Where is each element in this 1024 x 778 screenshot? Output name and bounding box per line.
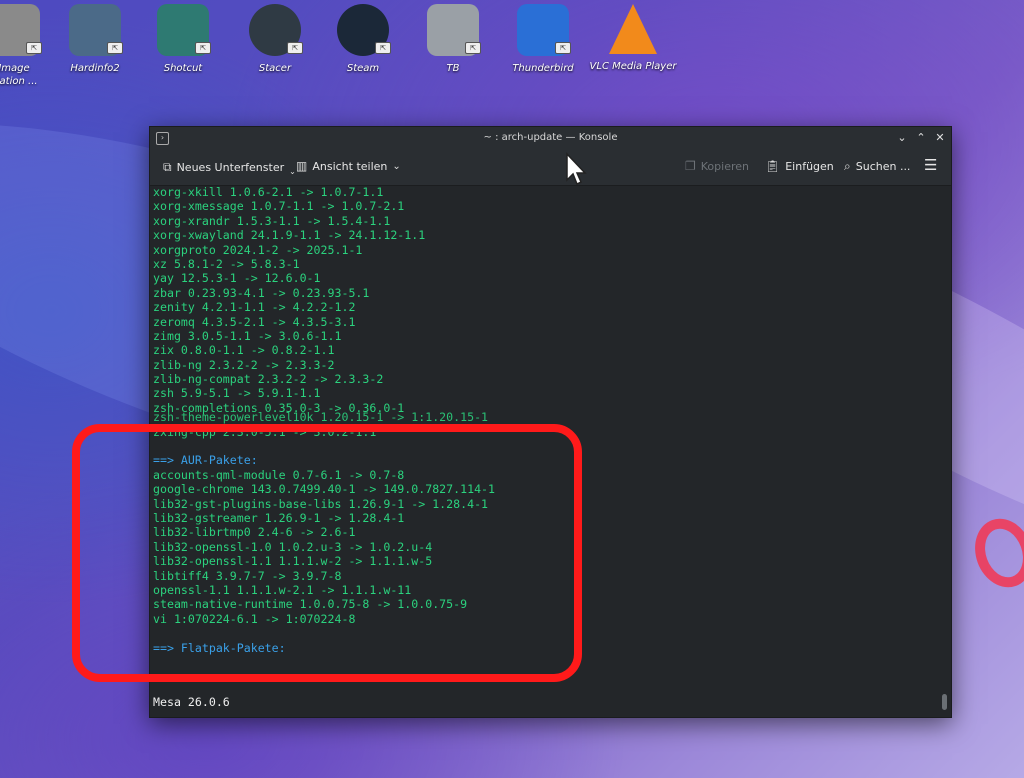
link-badge-icon: ⇱ bbox=[26, 42, 42, 54]
wallpaper-ring bbox=[965, 510, 1024, 596]
search-label: Suchen ... bbox=[855, 160, 911, 173]
link-badge-icon: ⇱ bbox=[195, 42, 211, 54]
terminal-line: zix 0.8.0-1.1 -> 0.8.2-1.1 bbox=[153, 343, 335, 358]
hamburger-menu-button[interactable]: ☰ bbox=[924, 156, 937, 174]
terminal-line: zsh-theme-powerlevel10k 1.20.15-1 -> 1:1… bbox=[153, 410, 489, 425]
terminal-line: lib32-gstreamer 1.26.9-1 -> 1.28.4-1 bbox=[153, 510, 405, 525]
title-bar[interactable]: › ~ : arch-update — Konsole ⌄ ⌃ ✕ bbox=[150, 127, 951, 149]
desktop-icons: ⇱ Image ulation ... ⇱ Hardinfo2 ⇱ Shotcut ⇱ Sta… bbox=[0, 0, 1024, 100]
link-badge-icon: ⇱ bbox=[375, 42, 391, 54]
terminal-line: lib32-openssl-1.0 1.0.2.u-3 -> 1.0.2.u-4 bbox=[153, 539, 433, 554]
desktop-icon-label: VLC Media Player bbox=[589, 61, 677, 72]
minimize-chevron-icon[interactable]: ⌄ bbox=[894, 130, 910, 146]
terminal-line: xorgproto 2024.1-2 -> 2025.1-1 bbox=[153, 242, 363, 257]
desktop-icon-shotcut[interactable]: ⇱ Shotcut bbox=[139, 4, 227, 75]
terminal-line: lib32-openssl-1.1 1.1.1.w-2 -> 1.1.1.w-5 bbox=[153, 554, 433, 569]
desktop-icon-hardinfo[interactable]: ⇱ Hardinfo2 bbox=[51, 4, 139, 75]
link-badge-icon: ⇱ bbox=[107, 42, 123, 54]
link-badge-icon: ⇱ bbox=[555, 42, 571, 54]
terminal-line: lib32-gst-plugins-base-libs 1.26.9-1 -> … bbox=[153, 496, 489, 511]
terminal-line: zxing-cpp 2.3.0-5.1 -> 3.0.2-1.1 bbox=[153, 424, 377, 439]
maximize-chevron-icon[interactable]: ⌃ bbox=[913, 130, 929, 146]
copy-button[interactable]: ❐ Kopieren bbox=[685, 159, 749, 173]
desktop-icon-label: Thunderbird bbox=[512, 63, 574, 74]
terminal-line: libtiff4 3.9.7-7 -> 3.9.7-8 bbox=[153, 568, 342, 583]
desktop-icon-vlc[interactable]: VLC Media Player bbox=[589, 4, 677, 73]
desktop-icon-label: Shotcut bbox=[163, 63, 203, 74]
terminal-line: zbar 0.23.93-4.1 -> 0.23.93-5.1 bbox=[153, 285, 370, 300]
split-view-label: Ansicht teilen bbox=[312, 159, 388, 173]
desktop-icon-label: Image ulation ... bbox=[0, 63, 38, 87]
paste-icon: 📋︎ bbox=[765, 159, 781, 173]
chevron-down-icon: ⌄ bbox=[289, 167, 296, 176]
new-tab-label: Neues Unterfenster bbox=[176, 161, 285, 174]
close-icon[interactable]: ✕ bbox=[932, 130, 948, 146]
mouse-cursor-icon bbox=[566, 152, 587, 186]
terminal-line: zsh 5.9-5.1 -> 5.9.1-1.1 bbox=[153, 386, 321, 401]
desktop-icon-file[interactable]: ⇱ TB bbox=[409, 4, 497, 75]
terminal-line: xorg-xmessage 1.0.7-1.1 -> 1.0.7-2.1 bbox=[153, 199, 405, 214]
terminal-line: lib32-librtmp0 2.4-6 -> 2.6-1 bbox=[153, 525, 356, 540]
terminal-line: xorg-xkill 1.0.6-2.1 -> 1.0.7-1.1 bbox=[153, 186, 384, 199]
terminal-line: google-chrome 143.0.7499.40-1 -> 149.0.7… bbox=[153, 482, 496, 497]
thunderbird-icon: ⇱ bbox=[517, 4, 571, 56]
terminal-line: xz 5.8.1-2 -> 5.8.3-1 bbox=[153, 256, 300, 271]
link-badge-icon: ⇱ bbox=[465, 42, 481, 54]
desktop-icon-label: Hardinfo2 bbox=[70, 63, 120, 74]
desktop-icon-steam[interactable]: ⇱ Steam bbox=[319, 4, 407, 75]
terminal-line: openssl-1.1 1.1.1.w-2.1 -> 1.1.1.w-11 bbox=[153, 582, 412, 597]
file-icon: ⇱ bbox=[427, 4, 481, 56]
steam-icon: ⇱ bbox=[337, 4, 391, 56]
toolbar: ⧉ Neues Unterfenster ⌄ ▥ Ansicht teilen … bbox=[150, 149, 951, 186]
chevron-down-icon: ⌄ bbox=[392, 160, 401, 172]
vlc-icon bbox=[609, 4, 657, 54]
new-tab-button[interactable]: ⧉ Neues Unterfenster ⌄ bbox=[163, 159, 296, 176]
desktop-icon-stacer[interactable]: ⇱ Stacer bbox=[231, 4, 319, 75]
section-header-line: ==> Flatpak-Pakete: bbox=[153, 640, 286, 655]
desktop-icon-label: TB bbox=[446, 63, 460, 74]
paste-button[interactable]: 📋︎ Einfügen bbox=[765, 159, 834, 173]
terminal-line: xorg-xrandr 1.5.3-1.1 -> 1.5.4-1.1 bbox=[153, 213, 391, 228]
desktop-icon-gimp[interactable]: ⇱ Image ulation ... bbox=[0, 4, 58, 88]
window-title: ~ : arch-update — Konsole bbox=[483, 132, 618, 143]
terminal-line: vi 1:070224-6.1 -> 1:070224-8 bbox=[153, 611, 356, 626]
hamburger-menu-icon: ☰ bbox=[924, 156, 938, 174]
terminal-line: yay 12.5.3-1 -> 12.6.0-1 bbox=[153, 271, 321, 286]
split-view-button[interactable]: ▥ Ansicht teilen ⌄ bbox=[296, 159, 401, 173]
terminal-line: steam-native-runtime 1.0.0.75-8 -> 1.0.0… bbox=[153, 597, 468, 612]
terminal-lines: xorg-xkill 1.0.6-2.1 -> 1.0.7-1.1 xorg-xm… bbox=[153, 186, 495, 655]
terminal-scrollbar[interactable] bbox=[939, 186, 951, 717]
terminal-line: zlib-ng 2.3.2-2 -> 2.3.3-2 bbox=[153, 357, 335, 372]
copy-label: Kopieren bbox=[700, 159, 749, 173]
search-button[interactable]: ⌕ Suchen ... bbox=[844, 159, 910, 174]
terminal-line: zlib-ng-compat 2.3.2-2 -> 2.3.3-2 bbox=[153, 372, 384, 387]
gimp-icon: ⇱ bbox=[0, 4, 42, 56]
terminal-line: zenity 4.2.1-1.1 -> 4.2.2-1.2 bbox=[153, 300, 356, 315]
terminal-bottom-line: Mesa 26.0.6 bbox=[153, 695, 230, 709]
copy-icon: ❐ bbox=[685, 159, 696, 173]
stacer-icon: ⇱ bbox=[249, 4, 303, 56]
paste-label: Einfügen bbox=[785, 159, 834, 173]
desktop-icon-label: Steam bbox=[346, 63, 380, 74]
desktop-icon-thunderbird[interactable]: ⇱ Thunderbird bbox=[499, 4, 587, 75]
konsole-window[interactable]: › ~ : arch-update — Konsole ⌄ ⌃ ✕ ⧉ Neue… bbox=[149, 126, 952, 718]
split-view-icon: ▥ bbox=[296, 159, 308, 173]
shotcut-icon: ⇱ bbox=[157, 4, 211, 56]
terminal-line: xorg-xwayland 24.1.9-1.1 -> 24.1.12-1.1 bbox=[153, 228, 426, 243]
hardinfo-icon: ⇱ bbox=[69, 4, 123, 56]
terminal-output[interactable]: xorg-xkill 1.0.6-2.1 -> 1.0.7-1.1 xorg-xm… bbox=[150, 186, 938, 717]
section-header-line: ==> AUR-Pakete: bbox=[153, 453, 258, 468]
scrollbar-thumb[interactable] bbox=[942, 694, 947, 710]
terminal-line: zeromq 4.3.5-2.1 -> 4.3.5-3.1 bbox=[153, 314, 356, 329]
new-tab-icon: ⧉ bbox=[163, 160, 172, 174]
link-badge-icon: ⇱ bbox=[287, 42, 303, 54]
terminal-line: accounts-qml-module 0.7-6.1 -> 0.7-8 bbox=[153, 467, 405, 482]
terminal-line: zimg 3.0.5-1.1 -> 3.0.6-1.1 bbox=[153, 328, 342, 343]
search-icon: ⌕ bbox=[844, 159, 851, 173]
desktop-icon-label: Stacer bbox=[258, 63, 292, 74]
